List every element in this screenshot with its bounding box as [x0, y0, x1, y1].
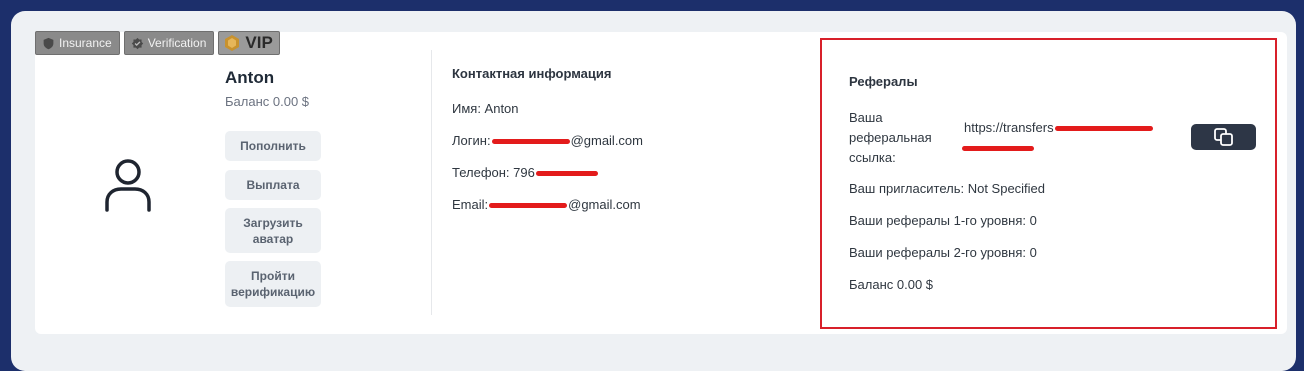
redaction-mark — [535, 171, 598, 177]
verified-badge-icon — [131, 37, 143, 49]
phone-prefix: Телефон: 796 — [452, 165, 535, 180]
insurance-badge-label: Insurance — [59, 36, 112, 50]
redaction-mark — [962, 146, 1034, 152]
profile-name: Anton — [225, 68, 275, 87]
verify-button[interactable]: Пройти верификацию — [225, 261, 321, 307]
copy-icon — [1213, 128, 1233, 146]
referral-level2: Ваши рефералы 2-го уровня: 0 — [849, 245, 1037, 260]
status-badges: Insurance Verification VIP — [35, 31, 280, 55]
upload-avatar-button[interactable]: Загрузить аватар — [225, 208, 321, 253]
shield-icon — [43, 37, 54, 49]
profile-card — [35, 32, 1287, 334]
topup-button[interactable]: Пополнить — [225, 131, 321, 161]
verification-badge: Verification — [123, 31, 215, 55]
payout-button[interactable]: Выплата — [225, 170, 321, 200]
section-divider — [431, 50, 432, 315]
contact-phone: Телефон: 796 — [452, 165, 599, 180]
user-icon — [105, 159, 151, 212]
referral-balance: Баланс 0.00 $ — [849, 277, 934, 292]
vip-diamond-icon — [225, 35, 240, 51]
referrals-title: Рефералы — [849, 74, 918, 89]
email-suffix: @gmail.com — [568, 197, 641, 212]
verification-badge-label: Verification — [147, 36, 207, 50]
referral-link-label: Ваша реферальная ссылка: — [849, 110, 932, 165]
insurance-badge: Insurance — [35, 31, 120, 55]
vip-badge: VIP — [218, 31, 280, 55]
contact-email: Email: @gmail.com — [452, 197, 641, 212]
referral-level1: Ваши рефералы 1-го уровня: 0 — [849, 213, 1037, 228]
referral-link[interactable]: https://transfers — [962, 118, 1184, 158]
login-prefix: Логин: — [452, 133, 491, 148]
referral-link-text: https://transfers — [964, 120, 1054, 135]
email-prefix: Email: — [452, 197, 489, 212]
referral-inviter: Ваш пригласитель: Not Specified — [849, 181, 1046, 196]
profile-balance: Баланс 0.00 $ — [225, 94, 310, 109]
vip-badge-label: VIP — [245, 33, 273, 52]
redaction-mark — [489, 203, 568, 209]
contact-login: Логин: @gmail.com — [452, 133, 643, 148]
login-suffix: @gmail.com — [570, 133, 643, 148]
contact-name: Имя: Anton — [452, 101, 519, 116]
redaction-mark — [1054, 126, 1153, 132]
contact-title: Контактная информация — [452, 66, 612, 81]
redaction-mark — [491, 139, 570, 145]
copy-link-button[interactable] — [1191, 124, 1256, 150]
